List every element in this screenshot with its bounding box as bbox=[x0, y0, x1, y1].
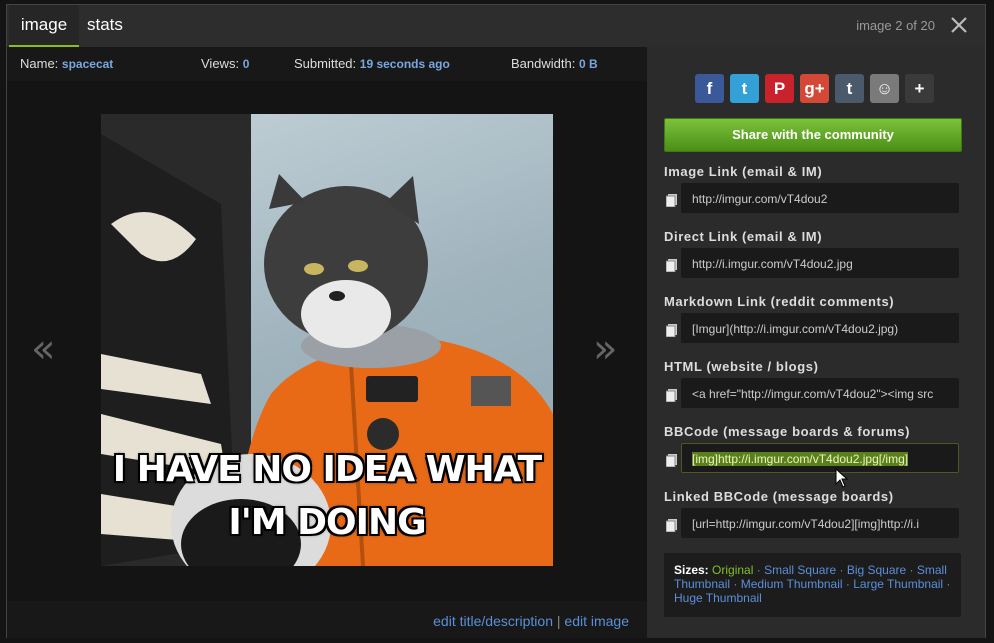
linked-bbcode-group: Linked BBCode (message boards) [url=http… bbox=[664, 489, 964, 538]
meme-caption-bottom: I'M DOING bbox=[228, 502, 426, 543]
copy-icon[interactable] bbox=[665, 324, 677, 338]
size-huge-thumbnail[interactable]: Huge Thumbnail bbox=[674, 591, 762, 605]
views-value: 0 bbox=[242, 57, 250, 71]
sizes-label: Sizes: bbox=[674, 563, 709, 577]
bbcode-selected-text: [img]http://i.imgur.com/vT4dou2.jpg[/img… bbox=[692, 452, 909, 466]
bandwidth-value: 0 B bbox=[578, 57, 598, 71]
meme-image[interactable]: I HAVE NO IDEA WHAT I'M DOING bbox=[101, 114, 553, 566]
info-views: Views: 0 bbox=[201, 56, 249, 71]
image-counter: image 2 of 20 bbox=[856, 18, 935, 33]
direct-link-group: Direct Link (email & IM) http://i.imgur.… bbox=[664, 229, 964, 278]
info-bar: Name: spacecat Views: 0 Submitted: 19 se… bbox=[7, 47, 647, 81]
size-separator: · bbox=[909, 563, 914, 577]
image-link-group: Image Link (email & IM) http://imgur.com… bbox=[664, 164, 964, 213]
tumblr-icon[interactable]: t bbox=[835, 74, 864, 103]
markdown-link-label: Markdown Link (reddit comments) bbox=[664, 294, 895, 309]
info-name: Name: spacecat bbox=[20, 56, 113, 71]
copy-icon[interactable] bbox=[665, 454, 677, 468]
share-pane: f t P g+ t ☺ + Share with the community … bbox=[647, 47, 985, 638]
image-modal: image stats image 2 of 20 Name: spacecat… bbox=[6, 4, 986, 638]
info-submitted: Submitted: 19 seconds ago bbox=[294, 56, 450, 71]
image-pane: Name: spacecat Views: 0 Submitted: 19 se… bbox=[7, 47, 647, 638]
edit-title-link[interactable]: edit title/description bbox=[433, 613, 553, 629]
html-link-field[interactable]: <a href="http://imgur.com/vT4dou2"><img … bbox=[681, 378, 959, 408]
size-separator: · bbox=[845, 577, 850, 591]
size-original[interactable]: Original bbox=[712, 563, 753, 577]
close-icon[interactable] bbox=[947, 13, 971, 37]
tab-image[interactable]: image bbox=[9, 5, 79, 47]
size-separator: · bbox=[946, 577, 951, 591]
copy-icon[interactable] bbox=[665, 389, 677, 403]
size-medium-thumbnail[interactable]: Medium Thumbnail bbox=[741, 577, 843, 591]
copy-icon[interactable] bbox=[665, 259, 677, 273]
html-link-label: HTML (website / blogs) bbox=[664, 359, 819, 374]
image-link-label: Image Link (email & IM) bbox=[664, 164, 823, 179]
bandwidth-label: Bandwidth: bbox=[511, 56, 576, 71]
name-label: Name: bbox=[20, 56, 59, 71]
meme-caption-top: I HAVE NO IDEA WHAT bbox=[112, 449, 542, 490]
share-with-community-button[interactable]: Share with the community bbox=[664, 118, 962, 152]
twitter-icon[interactable]: t bbox=[730, 74, 759, 103]
linked-bbcode-label: Linked BBCode (message boards) bbox=[664, 489, 894, 504]
direct-link-field[interactable]: http://i.imgur.com/vT4dou2.jpg bbox=[681, 248, 959, 278]
linked-bbcode-field[interactable]: [url=http://imgur.com/vT4dou2][img]http:… bbox=[681, 508, 959, 538]
direct-link-label: Direct Link (email & IM) bbox=[664, 229, 823, 244]
reddit-icon[interactable]: ☺ bbox=[870, 74, 899, 103]
sizes-box: Sizes: Original · Small Square · Big Squ… bbox=[664, 553, 961, 617]
markdown-link-field[interactable]: [Imgur](http://i.imgur.com/vT4dou2.jpg) bbox=[681, 313, 959, 343]
google-plus-icon[interactable]: g+ bbox=[800, 74, 829, 103]
modal-header: image stats image 2 of 20 bbox=[7, 5, 985, 48]
size-separator: · bbox=[839, 563, 844, 577]
edit-image-link[interactable]: edit image bbox=[564, 613, 629, 629]
mouse-cursor-icon bbox=[835, 467, 849, 488]
size-separator: · bbox=[756, 563, 761, 577]
size-small-square[interactable]: Small Square bbox=[764, 563, 836, 577]
size-large-thumbnail[interactable]: Large Thumbnail bbox=[853, 577, 943, 591]
pinterest-icon[interactable]: P bbox=[765, 74, 794, 103]
views-label: Views: bbox=[201, 56, 240, 71]
bbcode-link-group: BBCode (message boards & forums) [img]ht… bbox=[664, 424, 964, 473]
previous-arrow-icon[interactable]: « bbox=[31, 326, 55, 372]
next-arrow-icon[interactable]: » bbox=[593, 326, 617, 372]
image-link-field[interactable]: http://imgur.com/vT4dou2 bbox=[681, 183, 959, 213]
more-icon[interactable]: + bbox=[905, 74, 934, 103]
edit-separator: | bbox=[556, 613, 561, 629]
copy-icon[interactable] bbox=[665, 519, 677, 533]
submitted-label: Submitted: bbox=[294, 56, 357, 71]
edit-bar: edit title/description | edit image bbox=[7, 601, 647, 638]
info-bandwidth: Bandwidth: 0 B bbox=[511, 56, 598, 71]
tab-stats[interactable]: stats bbox=[77, 5, 133, 45]
size-big-square[interactable]: Big Square bbox=[847, 563, 906, 577]
size-separator: · bbox=[733, 577, 738, 591]
bbcode-link-label: BBCode (message boards & forums) bbox=[664, 424, 911, 439]
copy-icon[interactable] bbox=[665, 194, 677, 208]
edit-links: edit title/description | edit image bbox=[433, 613, 629, 629]
markdown-link-group: Markdown Link (reddit comments) [Imgur](… bbox=[664, 294, 964, 343]
facebook-icon[interactable]: f bbox=[695, 74, 724, 103]
submitted-value: 19 seconds ago bbox=[359, 57, 450, 71]
image-viewer: « I HAVE NO IDEA WHAT I'M DOING » bbox=[7, 81, 647, 601]
html-link-group: HTML (website / blogs) <a href="http://i… bbox=[664, 359, 964, 408]
name-value[interactable]: spacecat bbox=[62, 57, 113, 71]
bbcode-link-field[interactable]: [img]http://i.imgur.com/vT4dou2.jpg[/img… bbox=[681, 443, 959, 473]
